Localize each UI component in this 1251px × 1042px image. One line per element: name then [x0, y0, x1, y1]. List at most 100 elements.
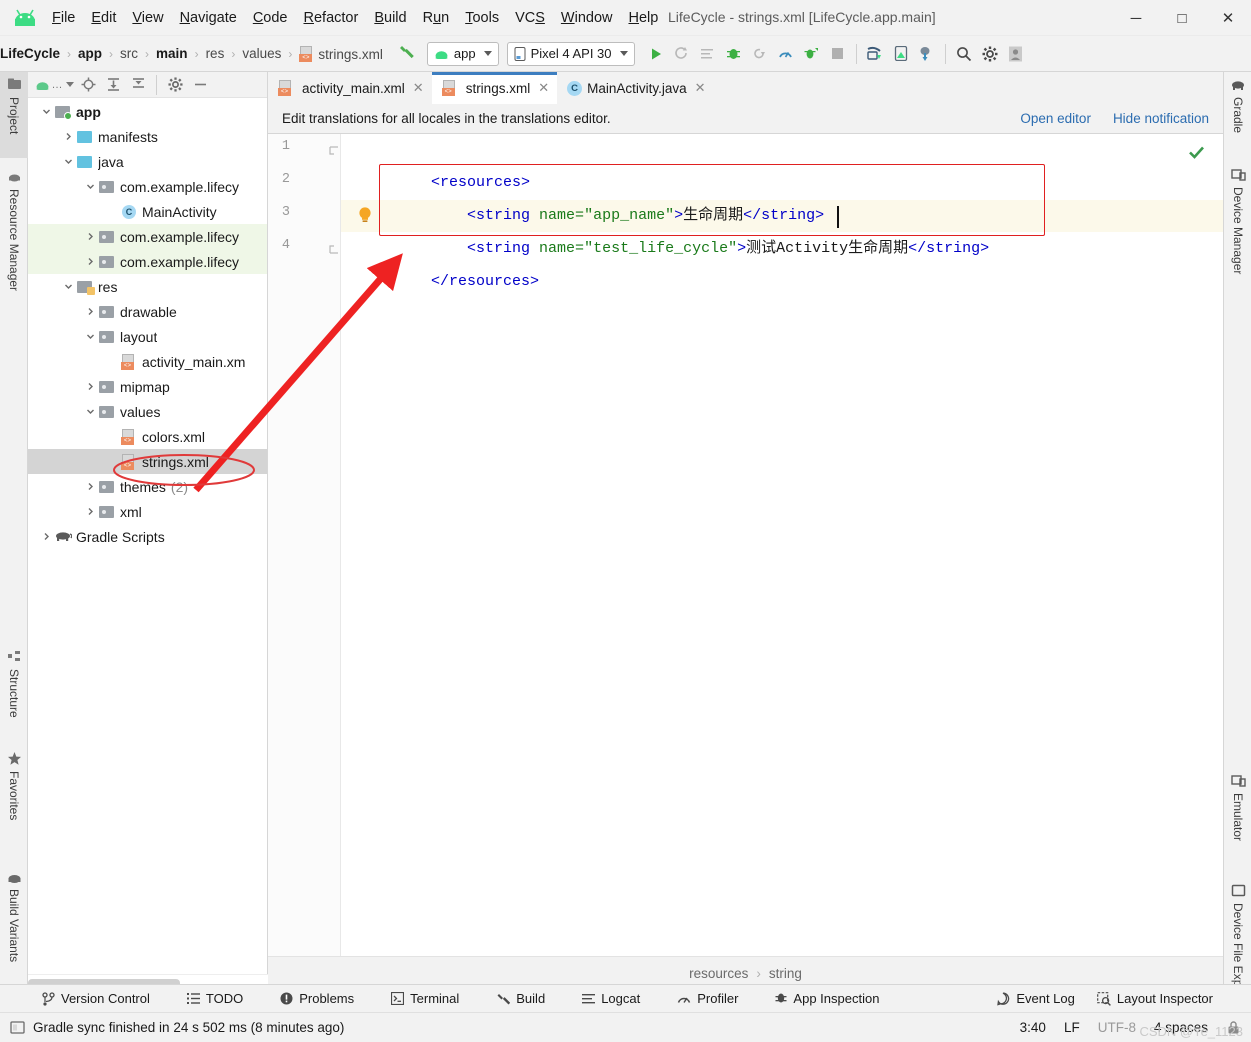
avd-manager-icon[interactable] — [862, 41, 888, 67]
tree-item-package-test[interactable]: com.example.lifecy — [28, 249, 267, 274]
build-hammer-icon[interactable] — [397, 42, 417, 65]
tab-mainactivity-java[interactable]: C MainActivity.java ✕ — [557, 72, 713, 104]
sidebar-item-emulator[interactable]: Emulator — [1224, 768, 1251, 872]
sync-gradle-icon[interactable] — [914, 41, 940, 67]
fold-marker-close[interactable] — [329, 242, 339, 259]
menu-edit[interactable]: Edit — [83, 7, 124, 29]
menu-code[interactable]: Code — [245, 7, 296, 29]
sidebar-item-structure[interactable]: Structure — [0, 644, 28, 740]
locate-icon[interactable] — [77, 74, 99, 96]
sidebar-item-build-variants[interactable]: Build Variants — [0, 864, 28, 990]
settings-gear-icon[interactable] — [164, 74, 186, 96]
menu-tools[interactable]: Tools — [457, 7, 507, 29]
tree-item-xml-folder[interactable]: xml — [28, 499, 267, 524]
tree-item-colors-xml[interactable]: <> colors.xml — [28, 424, 267, 449]
menu-refactor[interactable]: Refactor — [296, 7, 367, 29]
android-view-selector[interactable]: … — [34, 74, 74, 96]
menu-vcs[interactable]: VCS — [507, 7, 553, 29]
chevron-down-icon[interactable] — [60, 279, 76, 295]
status-message[interactable]: Gradle sync finished in 24 s 502 ms (8 m… — [33, 1020, 344, 1035]
tree-item-package-androidtest[interactable]: com.example.lifecy — [28, 224, 267, 249]
device-selector[interactable]: Pixel 4 API 30 — [506, 41, 635, 66]
maximize-button[interactable]: □ — [1159, 0, 1205, 36]
menu-build[interactable]: Build — [366, 7, 414, 29]
toolwindow-event-log[interactable]: Event Log — [985, 991, 1086, 1006]
open-editor-link[interactable]: Open editor — [1020, 111, 1091, 126]
close-icon[interactable]: ✕ — [695, 80, 706, 96]
toolwindow-terminal[interactable]: Terminal — [365, 991, 470, 1006]
collapse-all-icon[interactable] — [127, 74, 149, 96]
toolwindow-logcat[interactable]: Logcat — [556, 991, 651, 1006]
sidebar-item-project[interactable]: Project — [0, 72, 28, 158]
chevron-right-icon[interactable] — [82, 304, 98, 320]
close-button[interactable]: ✕ — [1205, 0, 1251, 36]
toolwindow-layout-inspector[interactable]: Layout Inspector — [1086, 991, 1251, 1006]
chevron-right-icon[interactable] — [82, 379, 98, 395]
menu-navigate[interactable]: Navigate — [172, 7, 245, 29]
tree-item-app[interactable]: app — [28, 99, 267, 124]
file-encoding[interactable]: UTF-8 — [1098, 1020, 1136, 1035]
chevron-down-icon[interactable] — [82, 329, 98, 345]
chevron-right-icon[interactable] — [82, 229, 98, 245]
attach-debugger-icon[interactable] — [747, 41, 773, 67]
stop-icon[interactable] — [825, 41, 851, 67]
crumb-lifecycle[interactable]: LifeCycle — [0, 46, 60, 61]
hide-panel-icon[interactable] — [189, 74, 211, 96]
close-icon[interactable]: ✕ — [538, 80, 549, 96]
no-errors-checkmark[interactable] — [1188, 144, 1205, 166]
close-icon[interactable]: ✕ — [413, 80, 424, 96]
sdk-manager-icon[interactable] — [888, 41, 914, 67]
editor-crumb-resources[interactable]: resources — [689, 966, 748, 981]
settings-icon[interactable] — [977, 41, 1003, 67]
tree-item-mipmap[interactable]: mipmap — [28, 374, 267, 399]
menu-file[interactable]: File — [44, 7, 83, 29]
indent-setting[interactable]: 4 spaces — [1154, 1020, 1208, 1035]
account-icon[interactable] — [1003, 41, 1029, 67]
debug-icon[interactable] — [721, 41, 747, 67]
tree-item-activity-main-xml[interactable]: <> activity_main.xm — [28, 349, 267, 374]
menu-help[interactable]: Help — [620, 7, 666, 29]
module-selector[interactable]: app — [426, 41, 499, 66]
toolwindow-problems[interactable]: Problems — [254, 991, 365, 1006]
crumb-src[interactable]: src — [120, 46, 138, 61]
apply-code-changes-icon[interactable] — [695, 41, 721, 67]
tree-item-strings-xml[interactable]: <> strings.xml — [28, 449, 267, 474]
tree-item-res[interactable]: res — [28, 274, 267, 299]
profiler-icon[interactable] — [773, 41, 799, 67]
menu-window[interactable]: Window — [553, 7, 621, 29]
crumb-app[interactable]: app — [78, 46, 102, 61]
toolwindow-version-control[interactable]: Version Control — [0, 991, 161, 1006]
tree-item-mainactivity[interactable]: C MainActivity — [28, 199, 267, 224]
sidebar-item-resource-manager[interactable]: Resource Manager — [0, 164, 28, 324]
tree-item-values[interactable]: values — [28, 399, 267, 424]
run-with-coverage-icon[interactable] — [799, 41, 825, 67]
chevron-down-icon[interactable] — [82, 179, 98, 195]
chevron-down-icon[interactable] — [82, 404, 98, 420]
line-separator[interactable]: LF — [1064, 1020, 1080, 1035]
chevron-right-icon[interactable] — [82, 254, 98, 270]
crumb-res[interactable]: res — [206, 46, 225, 61]
apply-changes-icon[interactable] — [669, 41, 695, 67]
chevron-down-icon[interactable] — [60, 154, 76, 170]
tree-item-layout[interactable]: layout — [28, 324, 267, 349]
project-tree[interactable]: app manifests java com.example.lifecy C … — [28, 99, 267, 974]
crumb-strings-xml[interactable]: <> strings.xml — [299, 45, 383, 62]
menu-run[interactable]: Run — [415, 7, 458, 29]
crumb-values[interactable]: values — [242, 46, 281, 61]
chevron-right-icon[interactable] — [60, 129, 76, 145]
chevron-right-icon[interactable] — [82, 479, 98, 495]
run-icon[interactable] — [643, 41, 669, 67]
tree-item-manifests[interactable]: manifests — [28, 124, 267, 149]
expand-all-icon[interactable] — [102, 74, 124, 96]
fold-marker-open[interactable] — [329, 144, 339, 161]
toolwindow-build[interactable]: Build — [470, 991, 556, 1006]
tree-item-gradle-scripts[interactable]: Gradle Scripts — [28, 524, 267, 549]
menu-view[interactable]: View — [124, 7, 171, 29]
editor-crumb-string[interactable]: string — [769, 966, 802, 981]
chevron-right-icon[interactable] — [38, 529, 54, 545]
toolwindow-app-inspection[interactable]: App Inspection — [749, 991, 890, 1006]
tab-strings-xml[interactable]: <> strings.xml ✕ — [431, 72, 558, 104]
lock-icon[interactable] — [1226, 1020, 1241, 1035]
sidebar-item-gradle[interactable]: Gradle — [1224, 72, 1251, 156]
chevron-down-icon[interactable] — [38, 104, 54, 120]
